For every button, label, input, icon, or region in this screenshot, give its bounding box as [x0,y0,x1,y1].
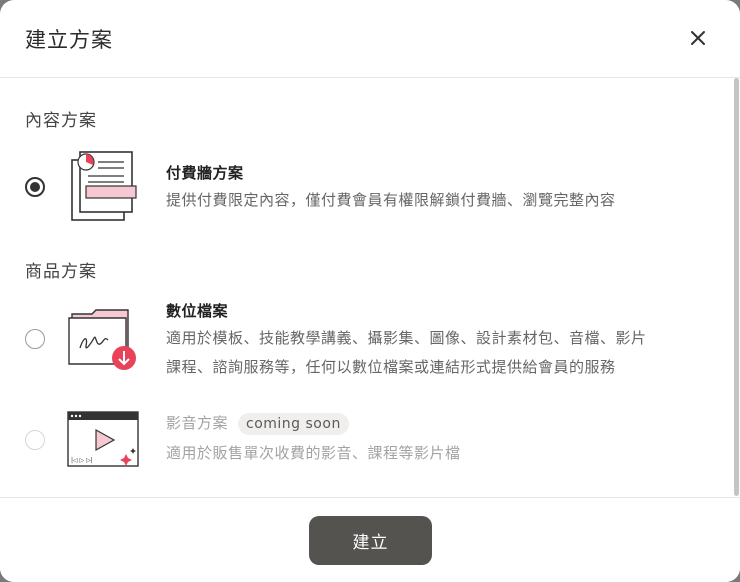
svg-text:|◁ ▷ ▷|: |◁ ▷ ▷| [71,457,93,464]
scrollbar-thumb[interactable] [734,78,739,496]
digital-file-folder-icon [68,309,136,370]
option-video-plan: |◁ ▷ ▷| 影音方案 coming soon 適用於販售單次收費的影音、課程等… [0,408,730,478]
radio-video-plan [25,430,45,450]
option-title: 付費牆方案 [166,164,244,182]
option-title-row: 影音方案 coming soon [166,412,349,435]
section-label-product-plan: 商品方案 [25,262,97,282]
create-plan-dialog: 建立方案 內容方案 付費牆方案 提供付費限定內容，僅付費會員有權限解鎖付費牆、瀏 [0,0,740,582]
video-player-icon: |◁ ▷ ▷| [67,411,139,467]
dialog-footer: 建立 [0,497,740,582]
create-button[interactable]: 建立 [309,516,432,565]
dialog-title: 建立方案 [25,28,113,52]
option-description-line1: 適用於模板、技能教學講義、攝影集、圖像、設計素材包、音檔、影片 [166,329,647,347]
scrollbar[interactable] [733,78,740,496]
option-description-line2: 課程、諮詢服務等，任何以數位檔案或連結形式提供給會員的服務 [166,358,616,376]
option-description: 適用於販售單次收費的影音、課程等影片檔 [166,444,461,462]
close-icon [691,31,705,45]
option-title: 影音方案 [166,414,229,432]
coming-soon-badge: coming soon [238,412,349,435]
close-button[interactable] [684,24,712,52]
option-title: 數位檔案 [166,302,229,320]
option-description: 提供付費限定內容，僅付費會員有權限解鎖付費牆、瀏覽完整內容 [166,191,616,209]
dialog-header: 建立方案 [0,0,740,78]
radio-paywall-plan[interactable] [25,177,45,197]
radio-digital-file[interactable] [25,329,45,349]
option-digital-file[interactable]: 數位檔案 適用於模板、技能教學講義、攝影集、圖像、設計素材包、音檔、影片 課程、… [0,298,730,386]
option-paywall-plan[interactable]: 付費牆方案 提供付費限定內容，僅付費會員有權限解鎖付費牆、瀏覽完整內容 [0,148,730,228]
paywall-document-icon [71,151,137,221]
section-label-content-plan: 內容方案 [25,111,97,131]
